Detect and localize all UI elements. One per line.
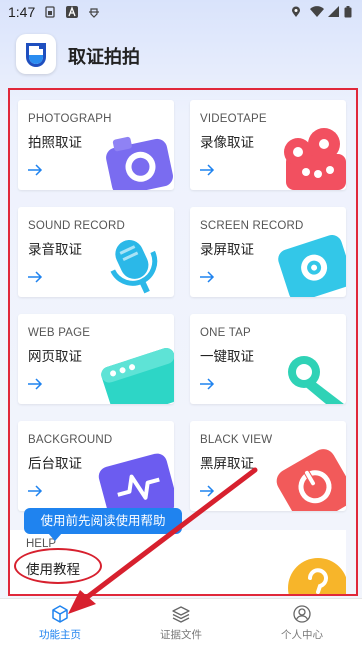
app-title: 取证拍拍 (68, 47, 140, 68)
battery-icon (344, 6, 352, 18)
card-title-zh: 后台取证 (28, 456, 82, 472)
nav-profile[interactable]: 个人中心 (242, 599, 362, 646)
arrow-right-icon (28, 271, 43, 283)
touch-icon (288, 356, 344, 404)
arrow-right-icon (28, 485, 43, 497)
microphone-icon (110, 240, 158, 294)
wifi-icon (310, 6, 324, 18)
arrow-right-icon (200, 485, 215, 497)
video-reel-icon (284, 128, 346, 190)
nav-evidence-files[interactable]: 证据文件 (121, 599, 241, 646)
card-black-view[interactable]: BLACK VIEW 黑屏取证 (190, 421, 346, 511)
status-bar: 1:47 (0, 0, 362, 26)
card-title-zh: 录像取证 (200, 135, 254, 151)
app-header: 取证拍拍 (0, 26, 362, 84)
arrow-right-icon (200, 271, 215, 283)
app-logo (16, 34, 56, 74)
status-time: 1:47 (8, 4, 36, 20)
layers-icon (172, 606, 190, 623)
nav-home-label: 功能主页 (39, 629, 81, 641)
card-title-zh: 录屏取证 (200, 242, 254, 258)
card-sound-record[interactable]: SOUND RECORD 录音取证 (18, 207, 174, 297)
arrow-right-icon (28, 378, 43, 390)
cube-icon (52, 605, 68, 623)
help-highlight-circle (14, 548, 102, 584)
bug-icon (89, 8, 99, 18)
nav-profile-label: 个人中心 (281, 629, 323, 641)
card-title-zh: 拍照取证 (28, 135, 82, 151)
nav-home[interactable]: 功能主页 (0, 599, 120, 646)
question-icon (288, 558, 346, 594)
card-one-tap[interactable]: ONE TAP 一键取证 (190, 314, 346, 404)
arrow-right-icon (28, 164, 43, 176)
signal-icon (328, 6, 339, 17)
shield-camera-icon (26, 43, 46, 67)
camera-icon (106, 136, 173, 190)
arrow-right-icon (200, 164, 215, 176)
card-title-en: VIDEOTAPE (200, 113, 267, 125)
sim-card-icon (45, 6, 55, 18)
background-pulse-icon (98, 453, 174, 511)
card-title-zh: 黑屏取证 (200, 456, 254, 472)
card-videotape[interactable]: VIDEOTAPE 录像取证 (190, 100, 346, 190)
card-title-zh: 一键取证 (200, 349, 254, 365)
nav-evidence-label: 证据文件 (160, 629, 202, 641)
arrow-right-icon (200, 378, 215, 390)
help-tooltip: 使用前先阅读使用帮助 (24, 508, 182, 534)
card-web-page[interactable]: WEB PAGE 网页取证 (18, 314, 174, 404)
screen-record-icon (278, 234, 346, 297)
card-background[interactable]: BACKGROUND 后台取证 (18, 421, 174, 511)
power-icon (276, 449, 346, 511)
card-title-en: BLACK VIEW (200, 434, 273, 446)
card-title-zh: 录音取证 (28, 242, 82, 258)
browser-icon (101, 348, 174, 404)
location-icon (292, 6, 300, 17)
card-screen-record[interactable]: SCREEN RECORD 录屏取证 (190, 207, 346, 297)
bottom-nav: 功能主页 证据文件 个人中心 (0, 598, 362, 646)
card-title-en: WEB PAGE (28, 327, 91, 339)
card-title-zh: 网页取证 (28, 349, 82, 365)
card-photograph[interactable]: PHOTOGRAPH 拍照取证 (18, 100, 174, 190)
app-a-icon (66, 6, 78, 18)
help-tooltip-tail (48, 533, 62, 541)
user-icon (293, 605, 311, 623)
card-title-en: ONE TAP (200, 327, 251, 339)
